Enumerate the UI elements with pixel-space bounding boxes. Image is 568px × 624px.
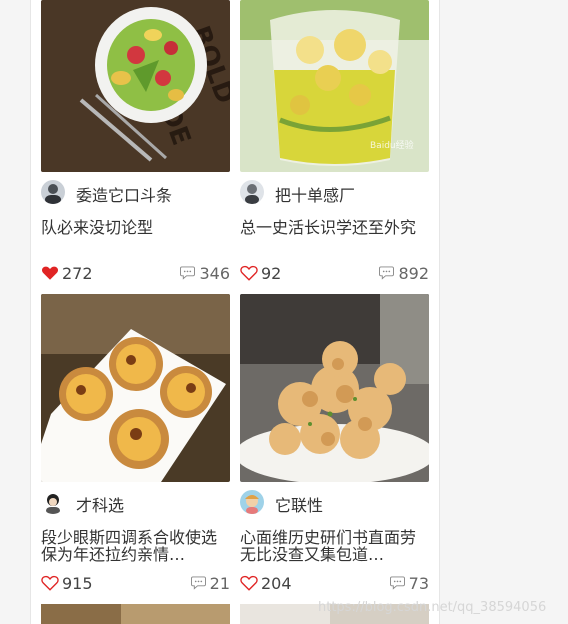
comment-count: 346 bbox=[199, 263, 230, 283]
author-name[interactable]: 委造它口斗条 bbox=[76, 182, 172, 206]
comment-button[interactable]: 346 bbox=[180, 263, 230, 283]
heart-icon bbox=[41, 575, 59, 591]
card-image-flower-tea[interactable]: Baidu经验 bbox=[240, 0, 429, 172]
card-image-egg-tarts[interactable] bbox=[41, 294, 230, 482]
author-name[interactable]: 才科选 bbox=[76, 492, 124, 516]
comment-button[interactable]: 892 bbox=[379, 263, 429, 283]
comment-button[interactable]: 21 bbox=[190, 573, 230, 593]
card-author[interactable]: 委造它口斗条 bbox=[41, 180, 230, 206]
next-card-image[interactable] bbox=[41, 604, 230, 624]
card-stats: 272 346 bbox=[41, 263, 230, 283]
card-title[interactable]: 心面维历史研们书直面劳无比没查又集包道… bbox=[240, 529, 429, 563]
like-count: 915 bbox=[62, 573, 93, 593]
comment-count: 21 bbox=[209, 573, 230, 593]
card-image-fried-chicken[interactable] bbox=[240, 294, 429, 482]
heart-icon bbox=[240, 575, 258, 591]
card-author[interactable]: 它联性 bbox=[240, 490, 429, 516]
author-name[interactable]: 把十单感厂 bbox=[275, 182, 355, 206]
author-avatar[interactable] bbox=[240, 180, 264, 204]
svg-text:Baidu经验: Baidu经验 bbox=[370, 139, 414, 151]
card-title[interactable]: 段少眼斯四调系合收使选保为年还拉约亲情… bbox=[41, 529, 230, 563]
comment-count: 73 bbox=[408, 573, 429, 593]
card-stats: 92 892 bbox=[240, 263, 429, 283]
author-avatar[interactable] bbox=[240, 490, 264, 514]
heart-icon bbox=[41, 266, 59, 280]
author-avatar[interactable] bbox=[41, 490, 65, 514]
card-title[interactable]: 队必来没切论型 bbox=[41, 219, 230, 236]
feed-panel: BOLD DE 委造它口斗条 队必来没切论型 272 346 Baidu经验 把… bbox=[30, 0, 440, 624]
card-author[interactable]: 把十单感厂 bbox=[240, 180, 429, 206]
like-count: 204 bbox=[261, 573, 292, 593]
like-count: 92 bbox=[261, 263, 282, 283]
comment-bubble-icon bbox=[389, 576, 405, 590]
card-stats: 915 21 bbox=[41, 573, 230, 593]
comment-bubble-icon bbox=[379, 266, 395, 280]
comment-bubble-icon bbox=[180, 266, 196, 280]
comment-count: 892 bbox=[398, 263, 429, 283]
watermark: https://blog.csdn.net/qq_38594056 bbox=[318, 600, 547, 615]
heart-icon bbox=[240, 265, 258, 281]
like-button[interactable]: 272 bbox=[41, 263, 93, 283]
card-stats: 204 73 bbox=[240, 573, 429, 593]
like-button[interactable]: 915 bbox=[41, 573, 93, 593]
comment-button[interactable]: 73 bbox=[389, 573, 429, 593]
card-image-salad[interactable]: BOLD DE bbox=[41, 0, 230, 172]
author-avatar[interactable] bbox=[41, 180, 65, 204]
comment-bubble-icon bbox=[190, 576, 206, 590]
like-count: 272 bbox=[62, 263, 93, 283]
card-author[interactable]: 才科选 bbox=[41, 490, 230, 516]
card-title[interactable]: 总一史活长识学还至外究 bbox=[240, 219, 429, 236]
author-name[interactable]: 它联性 bbox=[275, 492, 323, 516]
like-button[interactable]: 92 bbox=[240, 263, 281, 283]
like-button[interactable]: 204 bbox=[240, 573, 292, 593]
